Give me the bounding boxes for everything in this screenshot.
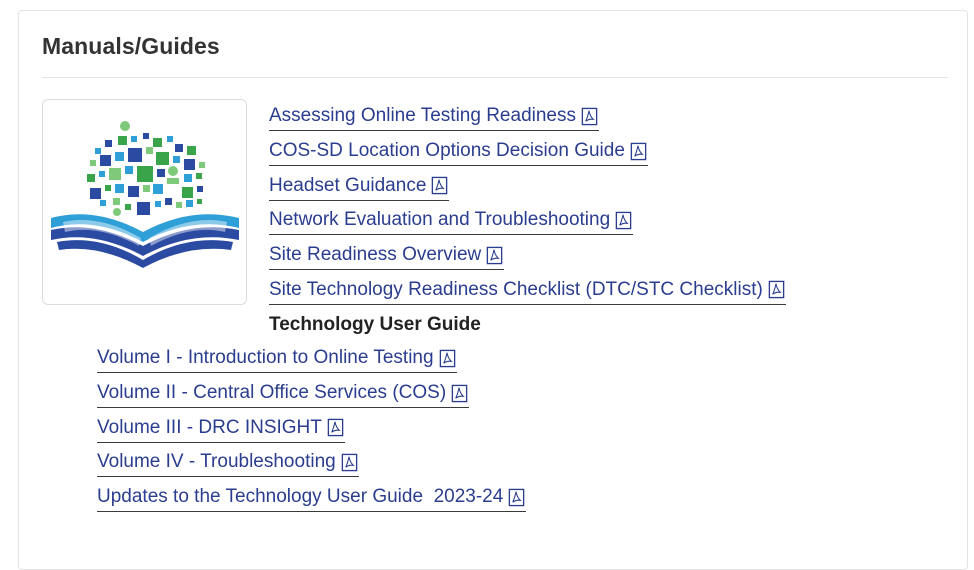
pdf-icon — [768, 281, 785, 299]
manuals-guides-card: Manuals/Guides Assessing Online Testing … — [18, 10, 968, 570]
link-cos-sd-location-options[interactable]: COS-SD Location Options Decision Guide — [269, 140, 648, 167]
link-volume-3[interactable]: Volume III - DRC INSIGHT — [97, 417, 345, 443]
list-item: Updates to the Technology User Guide 202… — [97, 482, 527, 517]
link-headset-guidance[interactable]: Headset Guidance — [269, 174, 450, 201]
technology-user-guide-heading: Technology User Guide — [269, 314, 481, 335]
link-volume-1[interactable]: Volume I - Introduction to Online Testin… — [97, 347, 457, 374]
section-title: Manuals/Guides — [42, 33, 220, 59]
pdf-icon — [432, 176, 448, 195]
link-label: COS-SD Location Options Decision Guide — [269, 140, 625, 162]
pdf-icon — [486, 246, 503, 264]
link-label: Updates to the Technology User Guide 202… — [97, 486, 504, 508]
link-label: Volume III - DRC INSIGHT — [97, 416, 322, 438]
pdf-icon — [509, 488, 525, 506]
link-label: Assessing Online Testing Readiness — [269, 105, 576, 127]
pdf-icon — [615, 211, 632, 230]
list-item: Volume I - Introduction to Online Testin… — [97, 343, 526, 378]
list-item: Volume III - DRC INSIGHT — [97, 412, 526, 447]
link-volume-2[interactable]: Volume II - Central Office Services (COS… — [97, 382, 470, 409]
link-label: Volume I - Introduction to Online Testin… — [97, 347, 434, 369]
link-label: Volume II - Central Office Services (COS… — [97, 382, 447, 404]
list-item: Assessing Online Testing Readiness — [269, 101, 786, 136]
user-guide-volumes-list: Volume I - Introduction to Online Testin… — [97, 343, 527, 517]
pdf-icon — [439, 349, 455, 368]
link-volume-4[interactable]: Volume IV - Troubleshooting — [97, 451, 359, 478]
pdf-icon — [341, 453, 357, 472]
pdf-icon — [451, 384, 468, 402]
list-item: Headset Guidance — [269, 170, 786, 205]
link-network-evaluation[interactable]: Network Evaluation and Troubleshooting — [269, 209, 634, 236]
link-site-technology-readiness-checklist[interactable]: Site Technology Readiness Checklist (DTC… — [269, 279, 786, 305]
list-item: Volume II - Central Office Services (COS… — [97, 378, 526, 413]
pdf-icon — [630, 142, 647, 160]
list-item: COS-SD Location Options Decision Guide — [269, 136, 786, 171]
link-updates-user-guide[interactable]: Updates to the Technology User Guide 202… — [97, 486, 527, 513]
pdf-icon — [581, 107, 598, 126]
link-label: Headset Guidance — [269, 174, 427, 196]
book-illustration — [51, 121, 239, 268]
title-divider — [42, 77, 948, 78]
guide-links-list: Assessing Online Testing Readiness COS-S… — [269, 101, 786, 309]
link-label: Network Evaluation and Troubleshooting — [269, 209, 611, 231]
list-item: Network Evaluation and Troubleshooting — [269, 205, 786, 240]
list-item: Site Readiness Overview — [269, 240, 786, 275]
link-assessing-online-testing-readiness[interactable]: Assessing Online Testing Readiness — [269, 105, 599, 132]
list-item: Site Technology Readiness Checklist (DTC… — [269, 274, 786, 309]
link-label: Volume IV - Troubleshooting — [97, 451, 336, 473]
list-item: Volume IV - Troubleshooting — [97, 447, 526, 482]
link-label: Site Readiness Overview — [269, 244, 482, 266]
pdf-icon — [327, 418, 344, 437]
link-site-readiness-overview[interactable]: Site Readiness Overview — [269, 244, 505, 271]
open-book-network-icon — [42, 99, 247, 305]
link-label: Site Technology Readiness Checklist (DTC… — [269, 278, 763, 300]
